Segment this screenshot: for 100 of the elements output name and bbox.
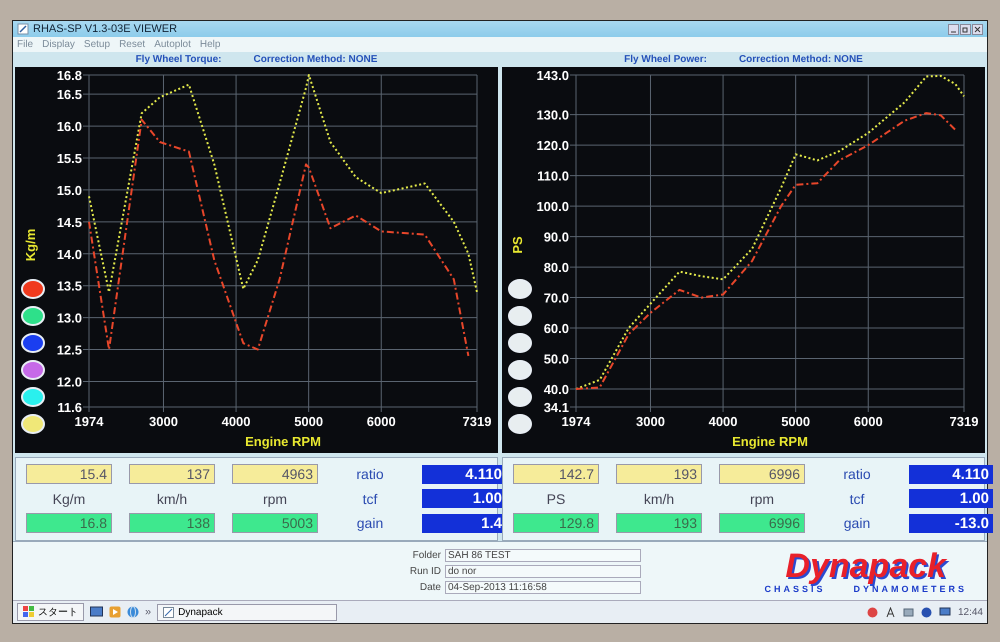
logo-wordmark: Dynapack [785,548,946,584]
app-icon [17,23,29,35]
color-swatch-button[interactable] [508,387,532,407]
monitor-icon[interactable] [938,606,951,618]
clock: 12:44 [958,606,983,618]
y-tick-label: 110.0 [537,168,569,184]
color-swatch-button[interactable] [508,360,532,380]
y-tick-label: 16.8 [56,68,82,83]
taskbar-button[interactable]: Dynapack [157,604,338,620]
y-tick-label: 143.0 [536,68,569,83]
param-label: gain [842,515,872,531]
color-swatch-button[interactable] [508,279,532,299]
x-tick-label: 6000 [854,414,883,429]
y-tick-label: 11.6 [57,400,82,415]
tray-app-icon[interactable] [866,606,878,618]
x-tick-label: 3000 [149,414,178,429]
logo-tagline: CHASSIS [764,584,826,594]
param-label: ratio [842,466,872,482]
y-tick-label: 130.0 [536,108,569,123]
y-tick-label: 15.0 [56,182,82,198]
y-tick-label: 16.0 [56,119,82,134]
color-swatch-button[interactable] [21,360,45,380]
field-label: Run ID [408,566,441,576]
color-swatch-button[interactable] [508,306,532,326]
unit-label: Kg/m [52,490,86,506]
value-field: 142.7 [513,464,599,484]
unit-label: km/h [642,490,676,506]
x-axis-label: Engine RPM [732,434,808,449]
value-field: 4963 [232,464,318,484]
logo-tagline: DYNAMOMETERS [853,584,967,594]
value-field: 193 [616,513,702,533]
x-tick-label: 6000 [366,414,396,429]
start-button[interactable]: スタート [17,603,84,621]
y-tick-label: 100.0 [536,199,569,214]
x-tick-label: 1974 [74,414,104,429]
value-field: 16.8 [26,513,112,533]
param-value: -13.0 [909,514,993,532]
y-tick-label: 14.0 [56,246,82,262]
y-tick-label: 12.5 [56,342,82,358]
chart-title: Fly Wheel Power: [624,54,707,65]
y-tick-label: 80.0 [544,260,569,276]
y-axis-label: Kg/m [23,228,38,262]
color-swatch-button[interactable] [21,333,45,353]
y-tick-label: 14.5 [56,214,82,230]
color-swatch-button[interactable] [21,306,45,326]
color-swatch-button[interactable] [21,279,45,299]
more-chevron[interactable]: » [145,606,152,618]
y-tick-label: 13.5 [56,278,82,294]
param-value: 1.00 [909,489,993,508]
color-swatch-button[interactable] [21,414,45,434]
value-field: 5003 [232,513,318,533]
x-tick-label: 7319 [950,414,978,429]
y-tick-label: 34.1 [544,400,569,415]
y-tick-label: 70.0 [544,290,569,306]
windows-logo-icon [23,606,35,618]
input-field[interactable]: SAH 86 TEST [445,548,641,562]
y-tick-label: 12.0 [56,374,82,390]
correction-method: Correction Method: NONE [254,54,378,65]
unit-label: km/h [156,490,188,506]
param-label: tcf [362,490,378,506]
minimize-icon[interactable] [948,24,959,34]
restore-icon[interactable] [960,24,971,34]
close-icon[interactable] [972,24,983,34]
x-axis-label: Engine RPM [245,434,321,449]
input-field[interactable]: do nor [445,564,641,578]
param-label: tcf [848,490,866,506]
value-field: 15.4 [26,464,112,484]
color-swatch-button[interactable] [508,414,532,434]
unit-label: rpm [262,490,288,506]
chart-title: Fly Wheel Torque: [136,54,222,65]
x-tick-label: 7319 [462,414,492,429]
input-field[interactable]: 04-Sep-2013 11:16:58 [445,580,641,594]
value-field: 138 [129,513,215,533]
y-tick-label: 15.5 [56,151,82,166]
color-swatch-button[interactable] [21,387,45,407]
unit-label: rpm [748,490,776,506]
value-field: 129.8 [513,513,599,533]
param-value: 4.110 [909,464,993,484]
value-field: 193 [616,464,702,484]
y-axis-label: PS [510,236,525,254]
x-tick-label: 5000 [294,414,324,429]
y-tick-label: 16.5 [56,87,82,102]
window-title: RHAS-SP V1.3-03E VIEWER [33,23,178,35]
param-label: gain [356,515,384,531]
field-label: Date [418,582,441,592]
browser-globe-icon[interactable] [127,606,139,618]
value-field: 6996 [719,464,805,484]
y-tick-label: 13.0 [56,310,82,326]
ime-icon[interactable] [884,606,896,618]
y-tick-label: 120.0 [536,138,569,154]
color-swatch-button[interactable] [508,333,532,353]
value-field: 6996 [719,513,805,533]
desktop-icon[interactable] [90,606,103,618]
y-tick-label: 60.0 [544,321,569,336]
app-icon [163,606,174,618]
value-field: 137 [129,464,215,484]
x-tick-label: 4000 [708,414,738,429]
param-label: ratio [355,466,385,482]
y-tick-label: 40.0 [544,382,569,398]
x-tick-label: 5000 [781,414,810,429]
